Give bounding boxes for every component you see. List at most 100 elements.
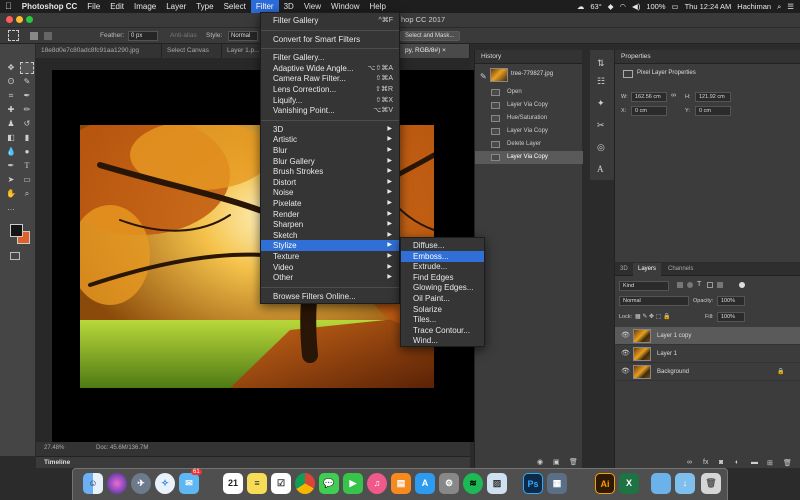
wifi-icon[interactable]: ◠ — [620, 2, 627, 12]
layer-filter-kind[interactable]: Kind — [619, 281, 669, 291]
menu-item-sketch[interactable]: Sketch ▶ — [261, 230, 399, 241]
zoom-dot[interactable] — [26, 16, 33, 23]
layer-name[interactable]: Background — [657, 363, 689, 381]
eraser-tool-icon[interactable]: ◧ — [4, 132, 18, 144]
x-input[interactable]: 0 cm — [631, 106, 667, 116]
timeline-panel-tab[interactable]: Timeline — [36, 456, 470, 468]
history-step[interactable]: Layer Via Copy — [475, 99, 583, 112]
visibility-eye-icon[interactable]: 👁 — [621, 368, 630, 376]
menu-item-emboss[interactable]: Emboss... — [401, 250, 484, 262]
menu-file[interactable]: File — [82, 0, 105, 13]
history-brush-icon[interactable]: ↺ — [20, 118, 34, 130]
spotify-icon[interactable]: ≋ — [463, 473, 483, 494]
reminders-icon[interactable]: ☑ — [271, 473, 291, 494]
tab-layers[interactable]: Layers — [633, 263, 662, 276]
preview-icon[interactable]: ▨ — [487, 473, 507, 494]
clock[interactable]: Thu 12:24 AM — [685, 2, 732, 12]
filter-smart-icon[interactable] — [717, 282, 723, 288]
menu-item-3d[interactable]: 3D ▶ — [261, 124, 399, 135]
filter-adjust-icon[interactable] — [687, 282, 693, 288]
quick-mask-icon[interactable] — [10, 252, 20, 260]
safari-icon[interactable]: ✧ — [155, 473, 175, 494]
new-layer-icon[interactable]: ⊞ — [767, 459, 773, 467]
menu-item-brush-strokes[interactable]: Brush Strokes ▶ — [261, 166, 399, 177]
history-step[interactable]: Open — [475, 86, 583, 99]
properties-panel-title[interactable]: Properties — [615, 50, 800, 64]
minimize-dot[interactable] — [16, 16, 23, 23]
history-step[interactable]: Layer Via Copy — [475, 125, 583, 138]
eyedropper-tool-icon[interactable]: ✒ — [20, 90, 34, 102]
blend-mode-select[interactable]: Normal — [619, 296, 689, 306]
properties-icon[interactable]: ☷ — [597, 76, 605, 87]
ibooks-icon[interactable]: ▤ — [391, 473, 411, 494]
menu-item-blur-gallery[interactable]: Blur Gallery ▶ — [261, 156, 399, 167]
menu-item-vanishing-point[interactable]: Vanishing Point... ⌥⌘V — [261, 105, 399, 116]
stamp-tool-icon[interactable]: ♟ — [4, 118, 18, 130]
menu-item-blur[interactable]: Blur ▶ — [261, 145, 399, 156]
add-mask-icon[interactable]: ◙ — [719, 459, 723, 466]
link-dimensions-icon[interactable]: ∞ — [671, 92, 676, 99]
width-input[interactable]: 162.56 cm — [631, 92, 667, 102]
doc-tab[interactable]: 18e8d0e7c80adc8fc91aa1290.jpg — [36, 44, 162, 58]
rectangle-tool-icon[interactable]: ▭ — [20, 174, 34, 186]
new-selection-icon[interactable] — [30, 32, 38, 40]
menu-item-filter-gallery[interactable]: Filter Gallery ^⌘F — [261, 15, 399, 26]
app-store-icon[interactable]: A — [415, 473, 435, 494]
doc-tab-active[interactable]: py, RGB/8#) × — [400, 44, 470, 58]
photoshop-icon[interactable]: Ps — [523, 473, 543, 494]
menu-type[interactable]: Type — [191, 0, 218, 13]
fill-input[interactable]: 100% — [717, 312, 745, 322]
adjustment-layer-icon[interactable]: ◐ — [735, 459, 739, 466]
user-name[interactable]: Hachiman — [737, 2, 771, 12]
hand-tool-icon[interactable]: ✋ — [4, 188, 18, 200]
volume-icon[interactable]: ◀) — [632, 2, 640, 12]
opacity-input[interactable]: 100% — [717, 296, 745, 306]
menu-item-filter-gallery[interactable]: Filter Gallery... — [261, 52, 399, 63]
lock-icons[interactable]: ▦ ✎ ✥ ⬚ 🔒 — [635, 313, 671, 320]
feather-input[interactable]: 0 px — [128, 31, 158, 41]
menu-item-stylize[interactable]: Stylize ▶ — [261, 240, 399, 252]
menu-item-noise[interactable]: Noise ▶ — [261, 187, 399, 198]
snapshot-label[interactable]: tree-779827.jpg — [511, 71, 553, 77]
dropbox-icon[interactable]: ◆ — [608, 2, 614, 12]
menu-item-oil-paint[interactable]: Oil Paint... — [401, 293, 484, 304]
zoom-tool-icon[interactable]: ⌕ — [20, 188, 34, 200]
visibility-eye-icon[interactable]: 👁 — [621, 350, 630, 358]
quick-select-tool-icon[interactable]: ✎ — [20, 76, 34, 88]
folder-icon[interactable] — [651, 473, 671, 494]
notes-icon[interactable]: ≡ — [247, 473, 267, 494]
layer-name[interactable]: Layer 1 copy — [657, 327, 691, 345]
add-selection-icon[interactable] — [44, 32, 52, 40]
doc-size[interactable]: Doc: 45.6M/136.7M — [96, 445, 148, 451]
select-and-mask-button[interactable]: Select and Mask... — [400, 31, 460, 41]
character-icon[interactable]: A — [597, 164, 604, 174]
foreground-color-swatch[interactable] — [10, 224, 23, 237]
notification-icon[interactable]: ☰ — [787, 2, 794, 12]
chrome-icon[interactable] — [295, 473, 315, 494]
dodge-tool-icon[interactable]: ● — [20, 146, 34, 158]
menu-item-extrude[interactable]: Extrude... — [401, 261, 484, 272]
filter-toggle-icon[interactable] — [739, 282, 745, 288]
menu-item-other[interactable]: Other ▶ — [261, 272, 399, 283]
menu-item-artistic[interactable]: Artistic ▶ — [261, 134, 399, 145]
lasso-tool-icon[interactable]: ʘ — [4, 76, 18, 88]
crop-tool-icon[interactable]: ⌗ — [4, 90, 18, 102]
search-icon[interactable]: ⌕ — [777, 2, 781, 12]
menu-item-lens-correction[interactable]: Lens Correction... ⇧⌘R — [261, 84, 399, 95]
height-input[interactable]: 121.92 cm — [695, 92, 731, 102]
more-tools-icon[interactable]: … — [4, 202, 18, 214]
pen-tool-icon[interactable]: ✒ — [4, 160, 18, 172]
path-select-tool-icon[interactable]: ➤ — [4, 174, 18, 186]
adjustments-icon[interactable]: ✦ — [597, 98, 605, 109]
brushes-icon[interactable]: ◎ — [597, 142, 605, 153]
menu-item-liquify[interactable]: Liquify... ⇧⌘X — [261, 95, 399, 106]
calendar-icon[interactable]: 21 — [223, 473, 243, 494]
menu-item-convert-for-smart-filters[interactable]: Convert for Smart Filters — [261, 34, 399, 45]
gradient-tool-icon[interactable]: ▮ — [20, 132, 34, 144]
finder-icon[interactable]: ☺ — [83, 473, 103, 494]
itunes-icon[interactable]: ♫ — [367, 473, 387, 494]
history-panel-title[interactable]: History — [475, 50, 582, 64]
menu-item-adaptive-wide-angle[interactable]: Adaptive Wide Angle... ⌥⇧⌘A — [261, 63, 399, 74]
menu-select[interactable]: Select — [219, 0, 251, 13]
layer-row[interactable]: 👁 Layer 1 copy — [615, 327, 800, 345]
